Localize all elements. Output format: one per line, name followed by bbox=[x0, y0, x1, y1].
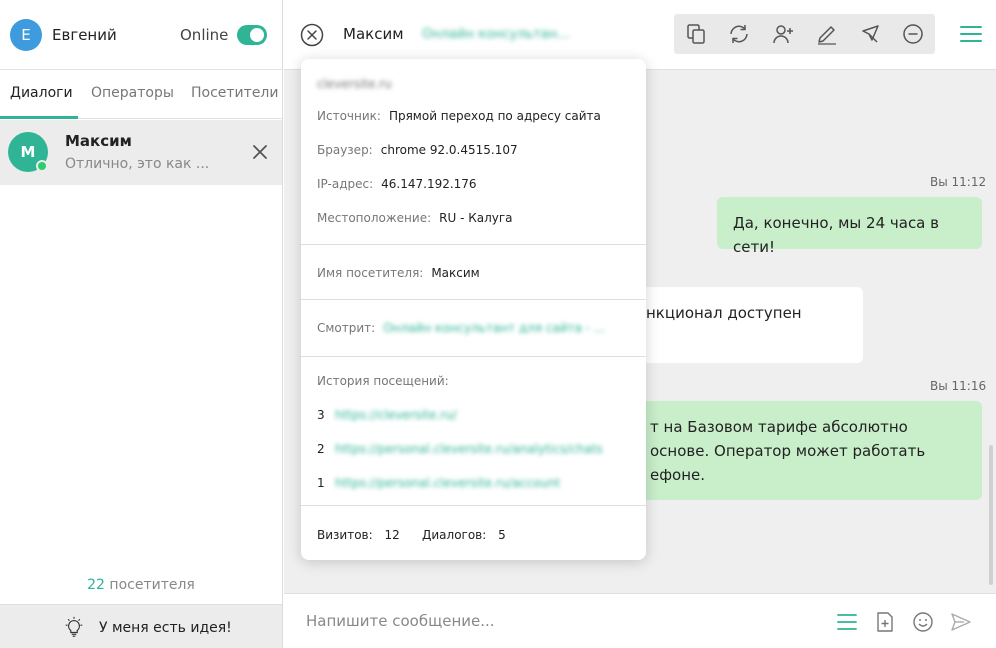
field-label: Имя посетителя: bbox=[317, 266, 424, 280]
history-item[interactable]: 2 https://personal.cleversite.ru/analytic… bbox=[317, 442, 603, 456]
history-index: 1 bbox=[317, 476, 325, 490]
cursor-icon[interactable] bbox=[858, 22, 882, 46]
history-link[interactable]: https://personal.cleversite.ru/analytics… bbox=[335, 442, 603, 456]
minus-circle-icon[interactable] bbox=[901, 22, 925, 46]
tab-dialogs[interactable]: Диалоги bbox=[10, 85, 73, 101]
message-time: Вы 11:16 bbox=[930, 379, 987, 393]
field-label: IP-адрес: bbox=[317, 177, 374, 191]
message-text-line: основе. Оператор может работать bbox=[650, 442, 926, 460]
visit-history-section: История посещений: 3 https://cleversite.r… bbox=[301, 357, 646, 506]
chat-title[interactable]: Максим bbox=[343, 25, 404, 43]
close-dialog-icon[interactable] bbox=[250, 142, 270, 162]
visitor-info-popup: cleversite.ru Источник: Прямой переход по… bbox=[301, 59, 646, 560]
send-icon[interactable] bbox=[950, 611, 972, 633]
dialogs-stat: Диалогов: 5 bbox=[422, 528, 506, 542]
message-time: Вы 11:12 bbox=[930, 175, 987, 189]
field-label: Местоположение: bbox=[317, 211, 432, 225]
user-avatar[interactable]: Е bbox=[10, 19, 42, 51]
history-heading: История посещений: bbox=[317, 374, 449, 388]
history-link[interactable]: https://cleversite.ru/ bbox=[335, 408, 457, 422]
user-header: Е Евгений Online bbox=[0, 0, 282, 70]
visits-value: 12 bbox=[384, 528, 400, 542]
idea-label: У меня есть идея! bbox=[99, 620, 232, 636]
visitor-name-section: Имя посетителя: Максим bbox=[301, 245, 646, 300]
visitor-location-row: Местоположение: RU - Калуга bbox=[317, 211, 513, 225]
field-label: Источник: bbox=[317, 109, 381, 123]
pen-icon[interactable] bbox=[815, 22, 839, 46]
dialogs-label: Диалогов: bbox=[422, 528, 487, 542]
online-status-label: Online bbox=[180, 26, 229, 44]
visitor-browser: chrome 92.0.4515.107 bbox=[380, 143, 518, 157]
visitors-count-number: 22 bbox=[87, 577, 105, 593]
history-item[interactable]: 1 https://personal.cleversite.ru/account bbox=[317, 476, 560, 490]
message-bubble-outgoing: Да, конечно, мы 24 часа в сети! bbox=[717, 197, 982, 256]
refresh-icon[interactable] bbox=[727, 22, 751, 46]
visitor-browser-row: Браузер: chrome 92.0.4515.107 bbox=[317, 143, 518, 157]
history-label: История посещений: bbox=[317, 374, 449, 388]
history-link[interactable]: https://personal.cleversite.ru/account bbox=[335, 476, 560, 490]
lightbulb-icon bbox=[65, 616, 83, 637]
chat-scrollbar[interactable] bbox=[989, 445, 993, 585]
dialogs-value: 5 bbox=[498, 528, 506, 542]
attach-file-icon[interactable] bbox=[874, 611, 896, 633]
history-index: 3 bbox=[317, 408, 325, 422]
message-text: Да, конечно, мы 24 часа в сети! bbox=[733, 214, 939, 256]
message-text: нкционал доступен bbox=[646, 304, 802, 322]
history-index: 2 bbox=[317, 442, 325, 456]
emoji-icon[interactable] bbox=[912, 611, 934, 633]
visitor-location: RU - Калуга bbox=[439, 211, 513, 225]
visitor-name: Максим bbox=[431, 266, 480, 280]
visits-label: Визитов: bbox=[317, 528, 373, 542]
visitor-site: cleversite.ru bbox=[317, 77, 392, 91]
dialog-name: Максим bbox=[65, 132, 132, 150]
history-item[interactable]: 3 https://cleversite.ru/ bbox=[317, 408, 457, 422]
templates-icon[interactable] bbox=[836, 611, 858, 633]
visitor-watching-link[interactable]: Онлайн консультант для сайта - ... bbox=[383, 321, 605, 335]
visitors-count[interactable]: 22 посетителя bbox=[0, 577, 282, 593]
visitor-watching-section: Смотрит: Онлайн консультант для сайта - .… bbox=[301, 300, 646, 357]
sidebar-tabs: Диалоги Операторы Посетители bbox=[0, 71, 282, 119]
visitor-name-row: Имя посетителя: Максим bbox=[317, 266, 480, 280]
visitor-ip-row: IP-адрес: 46.147.192.176 bbox=[317, 177, 477, 191]
message-input[interactable] bbox=[306, 612, 806, 630]
tab-operators[interactable]: Операторы bbox=[91, 85, 174, 101]
sidebar: Е Евгений Online Диалоги Операторы Посет… bbox=[0, 0, 283, 648]
visitor-ip: 46.147.192.176 bbox=[381, 177, 477, 191]
message-text-line: т на Базовом тарифе абсолютно bbox=[650, 418, 908, 436]
user-name: Евгений bbox=[52, 26, 117, 44]
visitor-source: Прямой переход по адресу сайта bbox=[388, 109, 601, 123]
visitor-tech-section: cleversite.ru Источник: Прямой переход по… bbox=[301, 59, 646, 245]
active-tab-indicator bbox=[0, 116, 78, 119]
copy-icon[interactable] bbox=[684, 22, 708, 46]
idea-button[interactable]: У меня есть идея! bbox=[0, 604, 282, 648]
field-label: Смотрит: bbox=[317, 321, 376, 335]
chat-toolbar bbox=[674, 14, 935, 54]
online-indicator-dot bbox=[36, 160, 48, 172]
dialog-list-item[interactable]: М Максим Отлично, это как ... bbox=[0, 120, 282, 185]
message-composer bbox=[284, 593, 996, 648]
hamburger-icon[interactable] bbox=[960, 24, 982, 44]
message-bubble-incoming: нкционал доступен bbox=[624, 287, 863, 363]
toggle-knob bbox=[250, 28, 264, 42]
chat-subtitle[interactable]: Онлайн консультан... bbox=[422, 27, 570, 42]
visitor-source-row: Источник: Прямой переход по адресу сайта bbox=[317, 109, 601, 123]
visits-stat: Визитов: 12 bbox=[317, 528, 400, 542]
add-user-icon[interactable] bbox=[771, 22, 795, 46]
message-text-line: ефоне. bbox=[650, 466, 706, 484]
visitor-watching-row: Смотрит: Онлайн консультант для сайта - .… bbox=[317, 321, 605, 335]
online-toggle[interactable] bbox=[237, 25, 267, 45]
tab-visitors[interactable]: Посетители bbox=[191, 85, 278, 101]
visitors-count-label: посетителя bbox=[109, 577, 195, 593]
close-chat-icon[interactable] bbox=[300, 23, 324, 47]
field-label: Браузер: bbox=[317, 143, 373, 157]
dialog-preview: Отлично, это как ... bbox=[65, 156, 210, 172]
